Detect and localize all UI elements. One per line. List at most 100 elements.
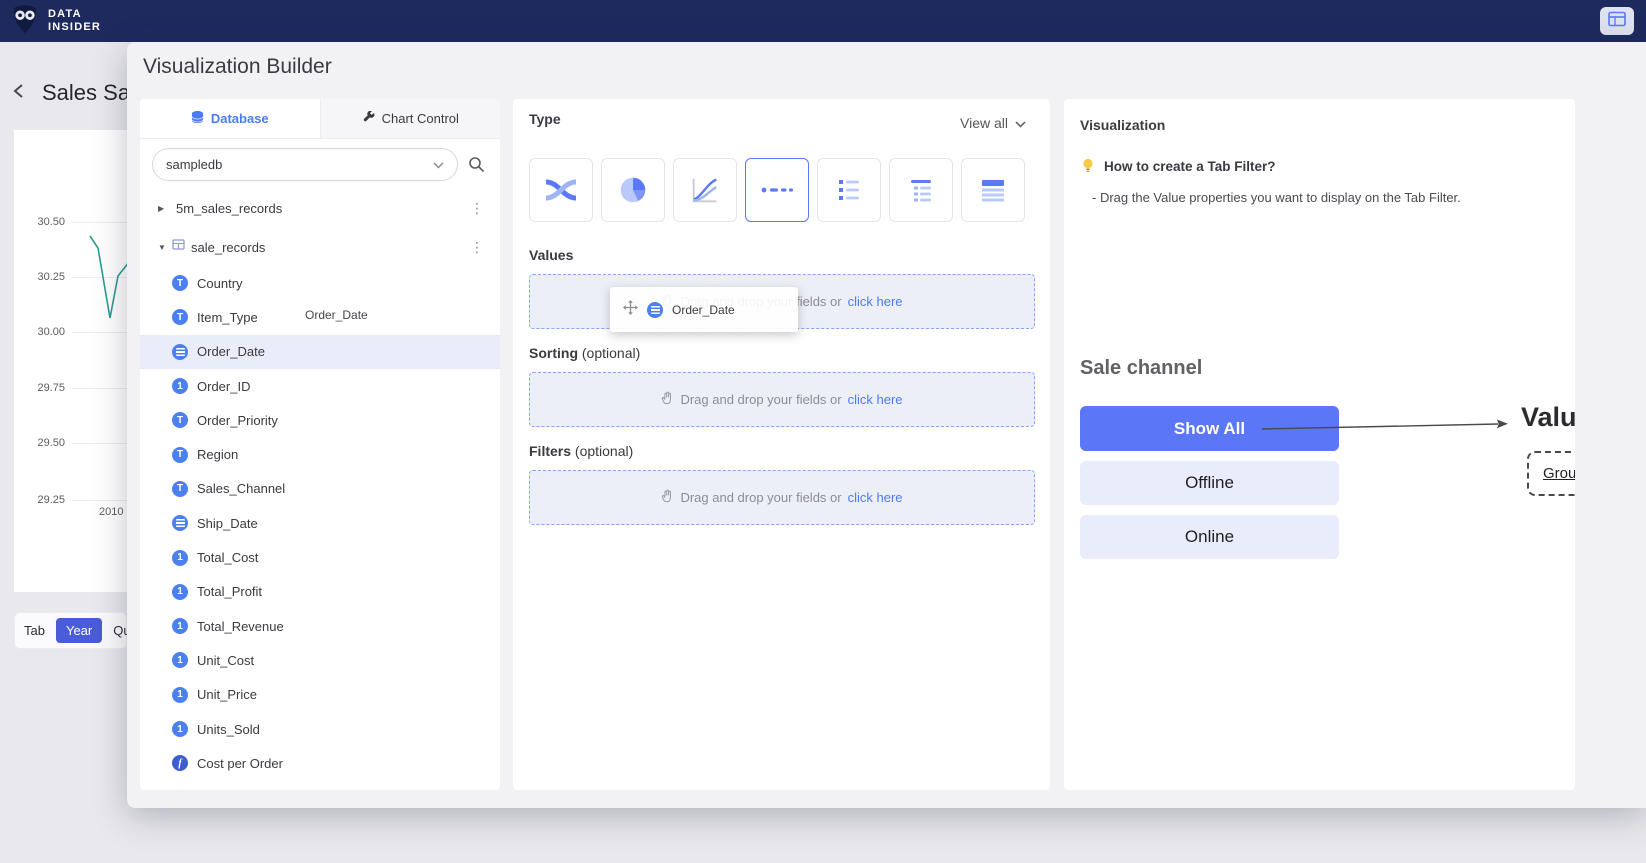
field-list: Country Item_Type Order_Date Order_ID Or… (140, 266, 500, 780)
field-row-region[interactable]: Region (140, 437, 500, 471)
logo-text: DATA INSIDER (48, 8, 101, 34)
chart-type-sankey-button[interactable] (529, 158, 593, 222)
kebab-menu-icon[interactable]: ⋮ (470, 200, 484, 217)
tab-database[interactable]: Database (140, 99, 320, 138)
field-row-order-date[interactable]: Order_Date (140, 335, 500, 369)
show-all-button[interactable]: Show All (1080, 406, 1339, 451)
field-row-cost-per-order[interactable]: Cost per Order (140, 746, 500, 780)
text-field-icon (172, 309, 188, 325)
owl-logo-icon (8, 2, 42, 41)
drag-source-label: Order_Date (305, 308, 368, 322)
text-field-icon (172, 412, 188, 428)
number-field-icon (172, 378, 188, 394)
tab-granularity-tab[interactable]: Tab (24, 623, 45, 638)
date-field-icon (647, 302, 663, 318)
chart-type-list-button[interactable] (817, 158, 881, 222)
lightbulb-icon (1080, 157, 1096, 179)
table-icon (172, 238, 185, 256)
filters-dropzone[interactable]: Drag and drop your fields or click here (529, 470, 1035, 525)
visualization-panel: Visualization How to create a Tab Filter… (1064, 99, 1575, 790)
database-panel: Database Chart Control sampledb (140, 99, 500, 790)
chart-type-grouped-list-button[interactable] (889, 158, 953, 222)
gridline (72, 500, 127, 501)
field-row-total-profit[interactable]: Total_Profit (140, 575, 500, 609)
field-name: Total_Revenue (197, 619, 284, 634)
chart-type-dash-button[interactable] (745, 158, 809, 222)
click-here-link[interactable]: click here (848, 294, 903, 309)
field-row-total-cost[interactable]: Total_Cost (140, 540, 500, 574)
field-row-unit-price[interactable]: Unit_Price (140, 678, 500, 712)
chart-type-picker (529, 158, 1025, 222)
database-select-value: sampledb (166, 157, 222, 172)
field-name: Order_Date (197, 344, 265, 359)
visualization-header: Visualization (1080, 117, 1165, 133)
field-row-ship-date[interactable]: Ship_Date (140, 506, 500, 540)
app-logo: DATA INSIDER (8, 2, 101, 41)
tree-node-sale-records[interactable]: ▼ sale_records ⋮ (140, 232, 500, 262)
field-row-order-id[interactable]: Order_ID (140, 369, 500, 403)
view-all-label: View all (960, 115, 1008, 131)
offline-button[interactable]: Offline (1080, 461, 1339, 505)
online-button[interactable]: Online (1080, 515, 1339, 559)
chart-type-table-button[interactable] (961, 158, 1025, 222)
back-button[interactable] (10, 82, 28, 105)
tree-node-label: 5m_sales_records (176, 201, 282, 216)
group-annotation: Group (1527, 451, 1575, 496)
values-label: Values (529, 247, 573, 263)
gridline (72, 388, 127, 389)
type-label: Type (529, 111, 561, 127)
caret-down-icon[interactable]: ▼ (158, 243, 170, 252)
grouped-list-icon (903, 172, 939, 208)
number-field-icon (172, 687, 188, 703)
hint-title: How to create a Tab Filter? (1104, 159, 1276, 174)
drag-ghost-card[interactable]: Order_Date (610, 287, 798, 332)
field-row-units-sold[interactable]: Units_Sold (140, 712, 500, 746)
field-name: Total_Profit (197, 584, 262, 599)
modal-title: Visualization Builder (143, 55, 332, 79)
click-here-link[interactable]: click here (848, 490, 903, 505)
field-name: Total_Cost (197, 550, 258, 565)
number-field-icon (172, 721, 188, 737)
tree-node-label: sale_records (191, 240, 265, 255)
table-view-icon (975, 172, 1011, 208)
page-title: Sales Sa (42, 80, 130, 106)
dropzone-hint-text: Drag and drop your fields or (680, 392, 841, 407)
caret-right-icon[interactable]: ▶ (158, 204, 170, 213)
sorting-dropzone[interactable]: Drag and drop your fields or click here (529, 372, 1035, 427)
click-here-link[interactable]: click here (848, 392, 903, 407)
drag-hand-icon (661, 489, 674, 506)
field-name: Ship_Date (197, 516, 258, 531)
chart-type-line-button[interactable] (673, 158, 737, 222)
pie-chart-icon (616, 173, 650, 207)
tree-node-5m-sales-records[interactable]: ▶ 5m_sales_records ⋮ (140, 193, 500, 223)
field-row-order-priority[interactable]: Order_Priority (140, 403, 500, 437)
tab-chart-control-label: Chart Control (382, 111, 459, 126)
number-field-icon (172, 550, 188, 566)
chart-type-pie-button[interactable] (601, 158, 665, 222)
field-row-sales-channel[interactable]: Sales_Channel (140, 472, 500, 506)
search-icon[interactable] (468, 156, 485, 178)
field-row-country[interactable]: Country (140, 266, 500, 300)
field-row-total-revenue[interactable]: Total_Revenue (140, 609, 500, 643)
field-name: Order_Priority (197, 413, 278, 428)
sorting-label: Sorting (optional) (529, 345, 640, 361)
drag-hand-icon (661, 391, 674, 408)
chevron-down-icon (433, 157, 444, 172)
field-name: Unit_Cost (197, 653, 254, 668)
date-field-icon (172, 344, 188, 360)
dashboard-grid-button[interactable] (1600, 7, 1634, 35)
field-name: Order_ID (197, 379, 250, 394)
kebab-menu-icon[interactable]: ⋮ (470, 239, 484, 256)
preview-title: Sale channel (1080, 357, 1202, 380)
value-annotation: Value (1521, 402, 1575, 433)
builder-panel: Type View all (513, 99, 1050, 790)
number-field-icon (172, 584, 188, 600)
field-row-unit-cost[interactable]: Unit_Cost (140, 643, 500, 677)
hint-body: - Drag the Value properties you want to … (1092, 190, 1532, 205)
y-axis-tick: 29.50 (18, 437, 65, 449)
tab-chart-control[interactable]: Chart Control (320, 99, 501, 138)
tab-granularity-year[interactable]: Year (56, 618, 102, 643)
view-all-button[interactable]: View all (960, 115, 1026, 131)
database-icon (191, 110, 204, 127)
database-select[interactable]: sampledb (152, 148, 458, 181)
